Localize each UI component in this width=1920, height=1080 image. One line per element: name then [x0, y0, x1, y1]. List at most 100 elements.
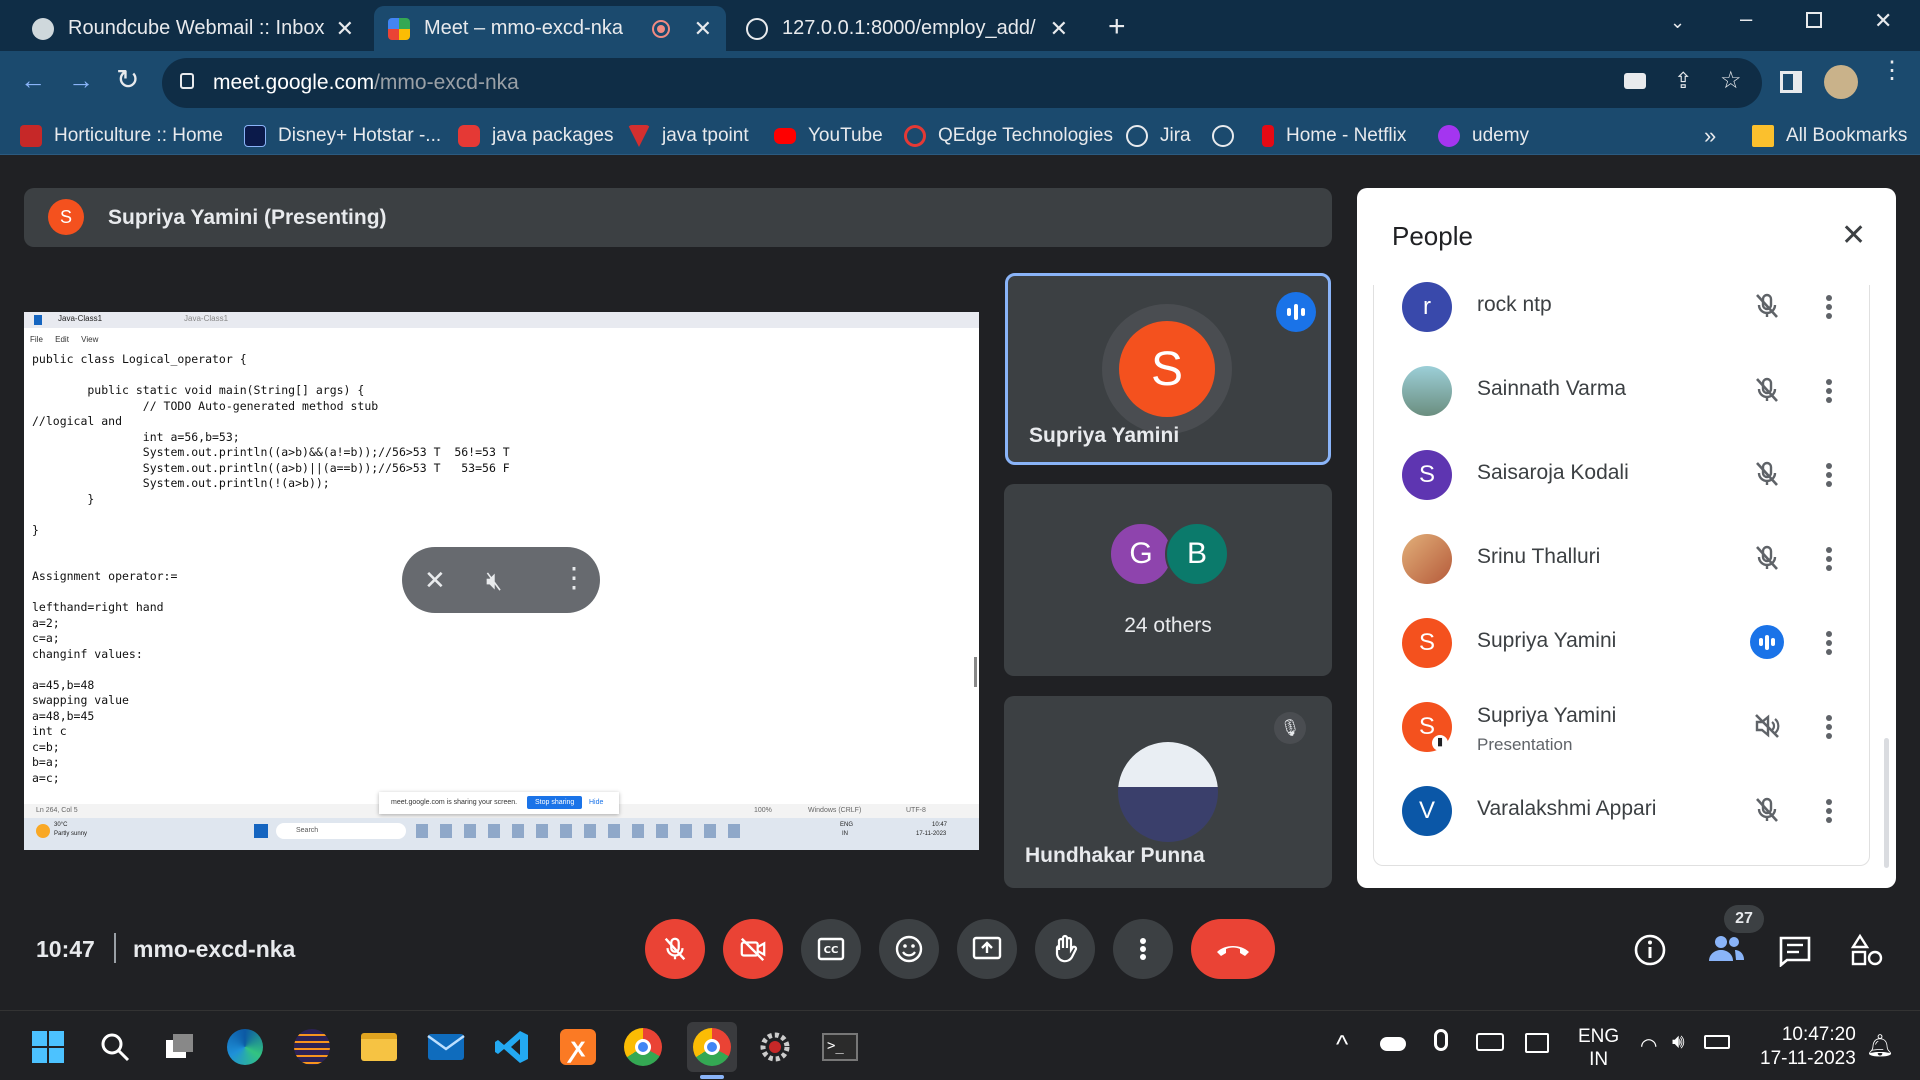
side-panel-icon[interactable] [1780, 71, 1802, 93]
bookmark-jira[interactable]: Jira [1126, 123, 1191, 149]
bookmark-java-tpoint[interactable]: java tpoint [628, 123, 749, 149]
xampp-icon[interactable]: ꭗ [556, 1025, 600, 1069]
meeting-details-icon[interactable] [1633, 933, 1667, 972]
bookmark-youtube[interactable]: YouTube [774, 123, 883, 149]
participant-row[interactable]: V Varalakshmi Appari [1402, 781, 1872, 841]
new-tab-icon[interactable]: + [1108, 10, 1126, 44]
bookmark-horticulture[interactable]: Horticulture :: Home [20, 123, 223, 149]
present-button[interactable] [957, 919, 1017, 979]
hide-link[interactable]: Hide [589, 799, 603, 806]
close-icon[interactable]: ✕ [1841, 218, 1866, 253]
tab-search-icon[interactable]: ⌄ [1670, 12, 1685, 33]
forward-icon[interactable]: → [68, 65, 94, 96]
tab-roundcube[interactable]: Roundcube Webmail :: Inbox ✕ [18, 6, 368, 51]
more-options-button[interactable] [1113, 919, 1173, 979]
onedrive-icon[interactable] [1380, 1037, 1406, 1051]
start-icon[interactable] [26, 1025, 70, 1069]
task-view-icon[interactable] [158, 1025, 202, 1069]
eclipse-icon[interactable] [290, 1025, 334, 1069]
participant-row[interactable]: Sainnath Varma [1402, 361, 1872, 421]
more-bookmarks-icon[interactable]: » [1704, 123, 1716, 149]
participant-row[interactable]: Srinu Thalluri [1402, 529, 1872, 589]
back-icon[interactable]: ← [20, 65, 46, 96]
battery-icon[interactable] [1704, 1035, 1730, 1049]
language-indicator[interactable]: ENG IN [1578, 1025, 1619, 1071]
bookmark-star-icon[interactable]: ☆ [1720, 66, 1742, 95]
mail-icon[interactable] [424, 1025, 468, 1069]
bookmark-qedge[interactable]: QEdge Technologies [904, 123, 1113, 149]
window-icon[interactable] [1525, 1033, 1549, 1053]
captions-button[interactable]: CC [801, 919, 861, 979]
mic-off-icon[interactable] [1752, 459, 1782, 489]
bookmark-globe[interactable] [1212, 123, 1246, 149]
scrollbar[interactable] [1884, 738, 1889, 868]
share-icon[interactable]: ⇪ [1674, 68, 1692, 94]
address-bar[interactable]: meet.google.com/mmo-excd-nka ⇪ ☆ [162, 58, 1762, 108]
participant-row[interactable]: S Saisaroja Kodali [1402, 445, 1872, 505]
settings-gear-icon[interactable] [753, 1025, 797, 1069]
bookmark-udemy[interactable]: udemy [1438, 123, 1529, 149]
profile-avatar[interactable] [1824, 65, 1858, 99]
microphone-icon[interactable] [1434, 1029, 1448, 1051]
chat-icon[interactable] [1778, 935, 1812, 972]
participant-row[interactable]: S ▮ Supriya Yamini Presentation [1402, 697, 1872, 757]
volume-icon[interactable]: 🔊︎ [1672, 1031, 1685, 1054]
close-icon[interactable]: ✕ [336, 16, 354, 42]
mic-off-icon[interactable] [1752, 291, 1782, 321]
more-options-icon[interactable] [1819, 373, 1839, 409]
participant-row[interactable]: S Supriya Yamini [1402, 613, 1872, 673]
mic-off-icon[interactable] [1752, 543, 1782, 573]
more-options-icon[interactable] [1819, 709, 1839, 745]
terminal-icon[interactable]: >_ [818, 1025, 862, 1069]
search-icon[interactable] [93, 1025, 137, 1069]
camera-icon[interactable] [1624, 73, 1646, 89]
file-explorer-icon[interactable] [357, 1025, 401, 1069]
mic-off-icon[interactable] [1752, 375, 1782, 405]
close-icon[interactable]: ✕ [694, 16, 712, 42]
restore-icon[interactable] [1806, 12, 1822, 28]
more-options-icon[interactable] [1819, 793, 1839, 829]
notification-bell-icon[interactable]: 🔔︎ [1866, 1033, 1894, 1059]
activities-icon[interactable] [1850, 933, 1884, 972]
vscode-icon[interactable] [490, 1025, 534, 1069]
more-options-icon[interactable] [1819, 289, 1839, 325]
mic-off-icon[interactable] [1752, 795, 1782, 825]
tile-supriya-yamini[interactable]: S Supriya Yamini [1005, 273, 1331, 465]
show-hidden-icons-icon[interactable]: ^ [1336, 1029, 1348, 1060]
tile-others[interactable]: G B 24 others [1004, 484, 1332, 676]
edge-icon[interactable] [223, 1025, 267, 1069]
microphone-button[interactable] [645, 919, 705, 979]
all-bookmarks[interactable]: All Bookmarks [1752, 123, 1907, 149]
wifi-icon[interactable]: ◠ [1640, 1033, 1657, 1058]
reactions-button[interactable] [879, 919, 939, 979]
menu-icon[interactable]: ⋮ [1880, 59, 1904, 83]
unpin-icon[interactable]: ✕ [424, 565, 446, 596]
tile-hundhakar-punna[interactable]: Hundhakar Punna 🎙︎ [1004, 696, 1332, 888]
clock[interactable]: 10:47:20 17-11-2023 [1760, 1023, 1856, 1071]
more-options-icon[interactable] [1819, 625, 1839, 661]
camera-button[interactable] [723, 919, 783, 979]
speaker-off-icon[interactable] [1752, 711, 1782, 741]
chrome-profile-icon[interactable] [687, 1022, 737, 1072]
more-options-icon[interactable] [1819, 541, 1839, 577]
chrome-icon[interactable] [621, 1025, 665, 1069]
tab-meet[interactable]: Meet – mmo-excd-nka ✕ [374, 6, 726, 51]
bookmark-hotstar[interactable]: Disney+ Hotstar -... [244, 123, 441, 149]
minimize-icon[interactable]: – [1740, 6, 1752, 32]
bookmark-netflix[interactable]: Home - Netflix [1262, 123, 1406, 149]
close-icon[interactable]: ✕ [1050, 16, 1068, 42]
people-icon[interactable] [1707, 933, 1745, 968]
window-close-icon[interactable]: ✕ [1874, 8, 1892, 34]
keyboard-icon[interactable] [1476, 1033, 1504, 1051]
reload-icon[interactable]: ↻ [116, 63, 139, 96]
bookmark-java-packages[interactable]: java packages [458, 123, 613, 149]
more-options-icon[interactable]: ⋮ [560, 561, 588, 594]
scrollbar[interactable] [974, 657, 977, 687]
raise-hand-button[interactable] [1035, 919, 1095, 979]
more-options-icon[interactable] [1819, 457, 1839, 493]
tab-employ-add[interactable]: 127.0.0.1:8000/employ_add/ ✕ [732, 6, 1082, 51]
mute-audio-icon[interactable]: 🔇︎ [486, 565, 502, 597]
stop-sharing-button[interactable]: Stop sharing [527, 796, 583, 809]
participant-row[interactable]: r rock ntp [1402, 277, 1872, 337]
leave-call-button[interactable] [1191, 919, 1275, 979]
